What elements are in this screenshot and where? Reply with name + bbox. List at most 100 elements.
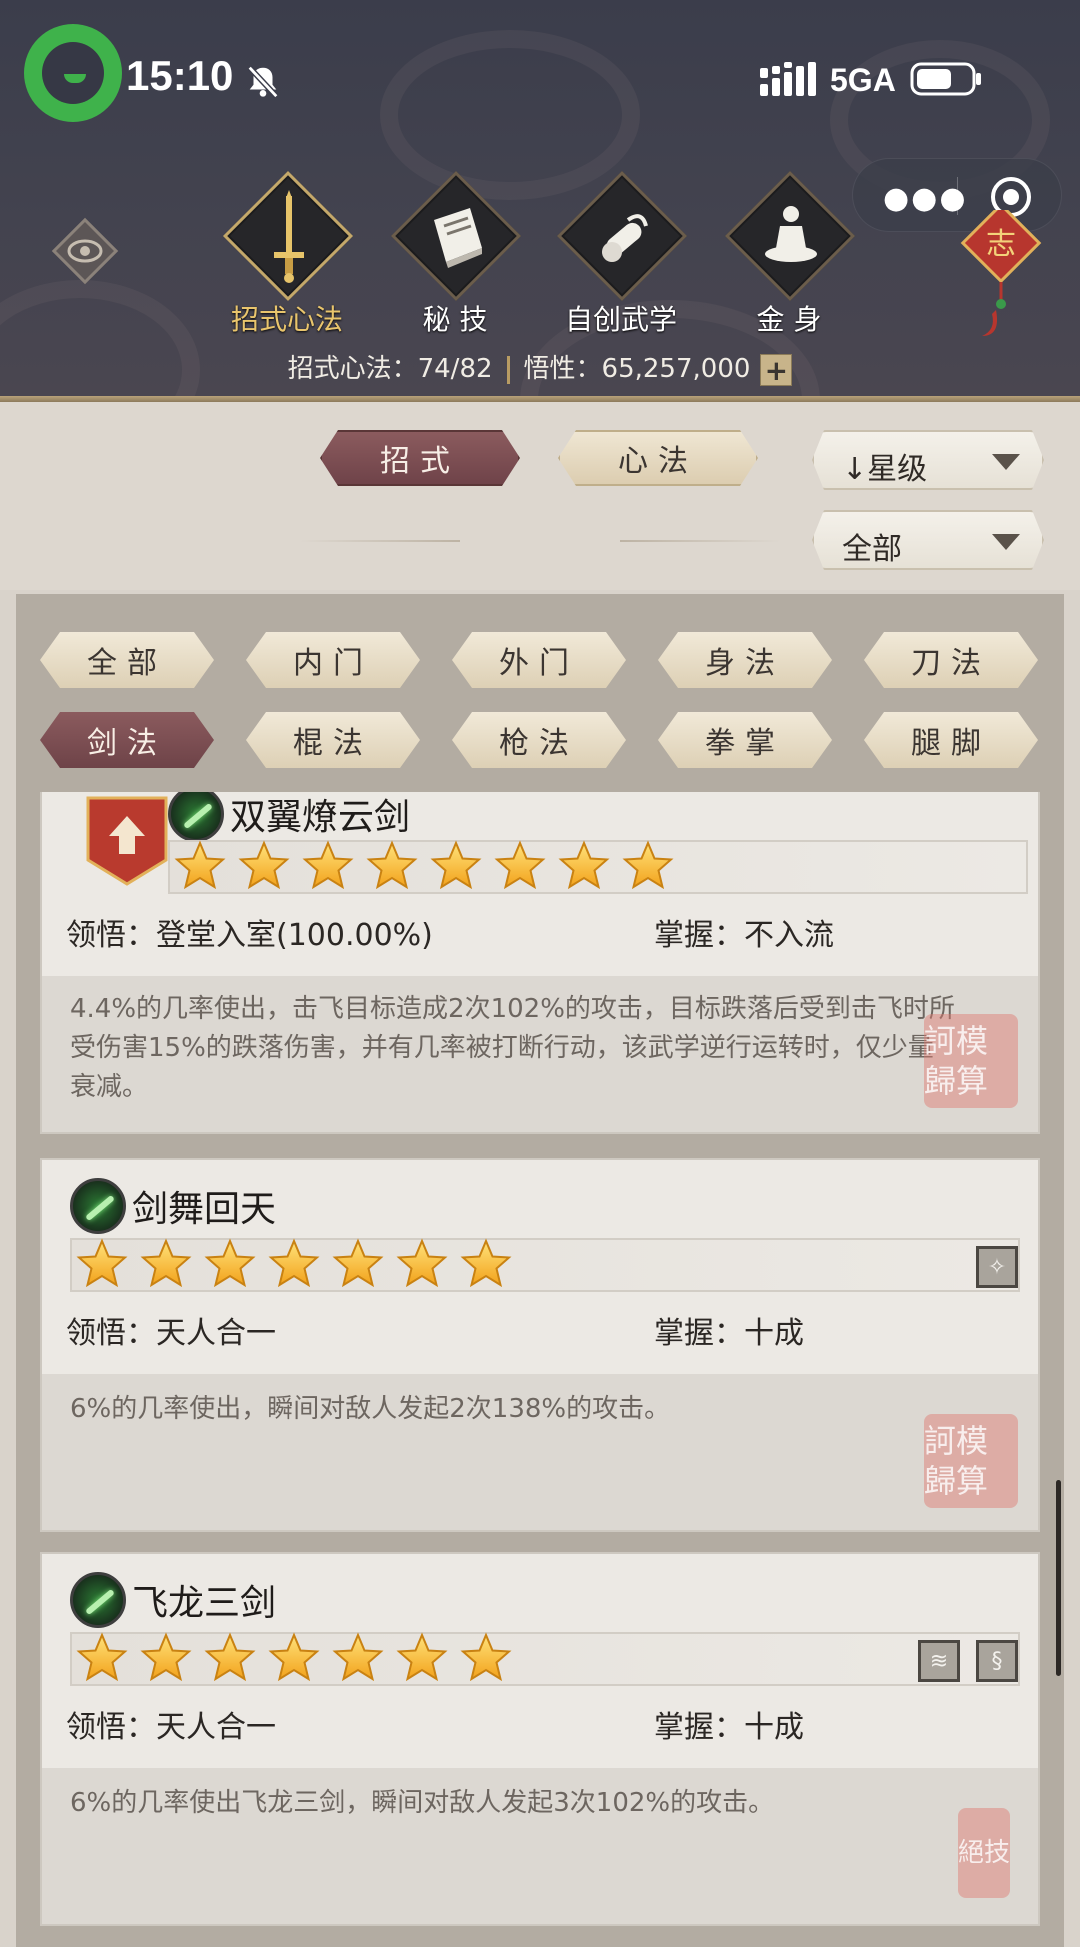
sword-skill-icon bbox=[70, 1572, 126, 1628]
comprehension: 领悟：登堂入室(100.00%) bbox=[66, 918, 433, 953]
bell-off-icon bbox=[247, 65, 279, 99]
scope-dropdown[interactable]: 全部 bbox=[812, 510, 1044, 570]
filter-movement[interactable]: 身法 bbox=[658, 632, 832, 688]
filter-blade[interactable]: 刀法 bbox=[864, 632, 1038, 688]
comprehension: 领悟：天人合一 bbox=[66, 1710, 276, 1745]
filter-staff[interactable]: 棍法 bbox=[246, 712, 420, 768]
fan-attach-icon[interactable]: ≋ bbox=[918, 1640, 960, 1682]
skill-description: 6%的几率使出飞龙三剑，瞬间对敌人发起3次102%的攻击。 bbox=[70, 1788, 775, 1818]
battery-icon bbox=[910, 62, 981, 96]
filter-sword[interactable]: 剑法 bbox=[40, 712, 214, 768]
tab-moves-mind[interactable]: 招式心法 bbox=[212, 170, 362, 340]
network-label: 5GA bbox=[830, 62, 896, 98]
star-icon bbox=[558, 840, 610, 892]
separator bbox=[506, 355, 510, 384]
star-icon bbox=[396, 1632, 448, 1684]
sort-label: ↓星级 bbox=[842, 452, 928, 487]
chat-bubble-icon[interactable] bbox=[24, 24, 122, 122]
seal-stamp: 訶模歸算 bbox=[924, 1414, 1018, 1508]
tab-label: 金 身 bbox=[756, 303, 822, 336]
ornament-left bbox=[300, 540, 460, 542]
star-icon bbox=[460, 1238, 512, 1290]
signal-icon bbox=[760, 62, 816, 96]
scrollbar[interactable] bbox=[1056, 1480, 1061, 1676]
tab-label: 招式心法 bbox=[230, 303, 343, 336]
filter-leg[interactable]: 腿脚 bbox=[864, 712, 1038, 768]
star-icon bbox=[76, 1632, 128, 1684]
scope-label: 全部 bbox=[842, 532, 902, 567]
skill-name: 剑舞回天 bbox=[132, 1189, 277, 1230]
star-icon bbox=[238, 840, 290, 892]
charm-text: 志 bbox=[986, 227, 1016, 262]
meditation-icon bbox=[765, 206, 817, 262]
scroll-icon bbox=[602, 214, 648, 262]
ornament-right bbox=[620, 540, 780, 542]
sword-skill-icon bbox=[70, 1178, 126, 1234]
skill-name: 双翼燎云剑 bbox=[230, 797, 411, 838]
tab-label: 秘 技 bbox=[422, 303, 488, 336]
star-rating bbox=[70, 1632, 1020, 1686]
star-icon bbox=[396, 1238, 448, 1290]
seal-stamp: 訶模歸算 bbox=[924, 1014, 1018, 1108]
star-icon bbox=[204, 1238, 256, 1290]
skill-name: 飞龙三剑 bbox=[132, 1583, 277, 1624]
filter-inner[interactable]: 内门 bbox=[246, 632, 420, 688]
eye-icon[interactable] bbox=[50, 216, 120, 286]
star-rating bbox=[168, 840, 1028, 894]
sword-skill-icon bbox=[168, 792, 224, 842]
star-icon bbox=[494, 840, 546, 892]
filter-outer[interactable]: 外门 bbox=[452, 632, 626, 688]
tab-secret-skills[interactable]: 秘 技 bbox=[380, 170, 530, 340]
scroll-attach-icon[interactable]: ✧ bbox=[976, 1246, 1018, 1288]
star-icon bbox=[302, 840, 354, 892]
star-icon bbox=[622, 840, 674, 892]
star-icon bbox=[332, 1632, 384, 1684]
tab-self-created[interactable]: 自创武学 bbox=[546, 170, 696, 340]
more-icon[interactable]: ●●● bbox=[883, 181, 968, 216]
insight-value: 悟性：65,257,000 bbox=[523, 354, 751, 384]
tab-moves[interactable]: 招式 bbox=[320, 430, 520, 486]
skill-description: 6%的几率使出，瞬间对敌人发起2次138%的攻击。 bbox=[70, 1394, 671, 1424]
star-icon bbox=[204, 1632, 256, 1684]
resource-bar: 招式心法：74/82 悟性：65,257,000 + bbox=[0, 348, 1080, 386]
mastery: 掌握：不入流 bbox=[654, 918, 834, 953]
chevron-down-icon bbox=[992, 454, 1020, 470]
tab-golden-body[interactable]: 金 身 bbox=[714, 170, 864, 340]
star-icon bbox=[430, 840, 482, 892]
mastery: 掌握：十成 bbox=[654, 1316, 804, 1351]
status-bar: 15:10 5GA bbox=[0, 0, 1080, 150]
star-rating bbox=[70, 1238, 1020, 1292]
star-icon bbox=[268, 1238, 320, 1290]
header: 15:10 5GA ●●● 招式心法 秘 技 自创武学 金 身 志 招式心法：7… bbox=[0, 0, 1080, 400]
filter-spear[interactable]: 枪法 bbox=[452, 712, 626, 768]
star-icon bbox=[140, 1632, 192, 1684]
add-insight-button[interactable]: + bbox=[760, 353, 793, 386]
star-icon bbox=[76, 1238, 128, 1290]
skill-description: 4.4%的几率使出，击飞目标造成2次102%的攻击，目标跌落后受到击飞时所受伤害… bbox=[70, 994, 955, 1102]
skill-list[interactable]: 双翼燎云剑 领悟：登堂入室(100.00%) 掌握：不入流 4.4%的几率使出，… bbox=[16, 792, 1064, 1947]
charm-icon[interactable]: 志 bbox=[958, 210, 1044, 340]
sword-icon bbox=[274, 190, 304, 283]
star-icon bbox=[366, 840, 418, 892]
star-icon bbox=[460, 1632, 512, 1684]
moves-count: 招式心法：74/82 bbox=[287, 354, 493, 384]
skill-card[interactable]: 飞龙三剑 ≋ § 领悟：天人合一 掌握：十成 6%的几率使出飞龙三剑，瞬间对敌人… bbox=[40, 1552, 1040, 1926]
clock: 15:10 bbox=[126, 52, 234, 99]
star-icon bbox=[268, 1632, 320, 1684]
seal-stamp: 絕技 bbox=[958, 1808, 1010, 1898]
filter-all[interactable]: 全部 bbox=[40, 632, 214, 688]
dragon-attach-icon[interactable]: § bbox=[976, 1640, 1018, 1682]
star-icon bbox=[174, 840, 226, 892]
sort-dropdown[interactable]: ↓星级 bbox=[812, 430, 1044, 490]
mastery: 掌握：十成 bbox=[654, 1710, 804, 1745]
upgrade-badge-icon[interactable] bbox=[86, 792, 168, 886]
tab-label: 自创武学 bbox=[564, 303, 677, 336]
chevron-down-icon bbox=[992, 534, 1020, 550]
book-icon bbox=[434, 208, 482, 268]
star-icon bbox=[140, 1238, 192, 1290]
skill-card[interactable]: 双翼燎云剑 领悟：登堂入室(100.00%) 掌握：不入流 4.4%的几率使出，… bbox=[40, 792, 1040, 1134]
skill-card[interactable]: 剑舞回天 ✧ 领悟：天人合一 掌握：十成 6%的几率使出，瞬间对敌人发起2次13… bbox=[40, 1158, 1040, 1532]
star-icon bbox=[332, 1238, 384, 1290]
tab-mind[interactable]: 心法 bbox=[558, 430, 758, 486]
filter-fist[interactable]: 拳掌 bbox=[658, 712, 832, 768]
